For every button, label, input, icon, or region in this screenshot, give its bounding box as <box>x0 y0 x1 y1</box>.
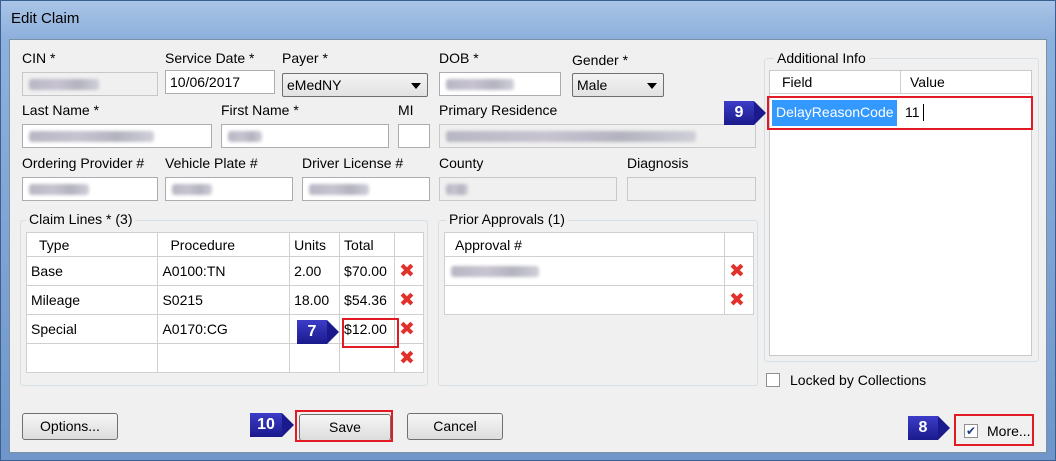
highlight-more-checkbox <box>954 414 1034 446</box>
vehicle-plate-label: Vehicle Plate # <box>165 155 258 171</box>
county-field[interactable] <box>439 177 617 201</box>
service-date-value: 10/06/2017 <box>170 74 241 90</box>
service-date-label: Service Date * <box>165 50 255 66</box>
cell-procedure[interactable]: S0215 <box>157 285 291 315</box>
claim-lines-title: Claim Lines * (3) <box>26 211 136 227</box>
ordering-provider-field[interactable] <box>22 177 158 201</box>
claim-lines-table: Type Procedure Units Total Base A0100:TN… <box>25 232 424 373</box>
highlight-total-box <box>342 318 399 348</box>
table-row[interactable]: ✖ <box>443 256 754 286</box>
primary-residence-field[interactable] <box>439 124 756 148</box>
cell-procedure[interactable]: A0100:TN <box>157 256 291 286</box>
cin-field[interactable] <box>22 72 158 96</box>
table-row[interactable]: Mileage S0215 18.00 $54.36 ✖ <box>25 285 424 315</box>
diagnosis-label: Diagnosis <box>627 155 689 171</box>
locked-by-collections-checkbox[interactable] <box>766 373 780 387</box>
gender-label: Gender * <box>572 52 629 68</box>
gender-value: Male <box>577 77 608 93</box>
first-name-field[interactable] <box>221 124 389 148</box>
cell-total[interactable]: $70.00 <box>339 256 395 286</box>
cell-total[interactable]: $54.36 <box>339 285 395 315</box>
chevron-down-icon <box>411 83 421 89</box>
col-units[interactable]: Units <box>289 232 341 257</box>
cell-procedure[interactable]: A0170:CG <box>157 314 291 344</box>
dob-field[interactable] <box>439 72 561 96</box>
mi-field[interactable] <box>398 124 430 148</box>
cancel-button[interactable]: Cancel <box>407 413 503 440</box>
prior-approvals-table: Approval # ✖ ✖ <box>443 232 754 315</box>
arrow-right-icon <box>938 416 950 440</box>
arrow-right-icon <box>754 101 766 125</box>
dialog-client-area: CIN * Service Date * 10/06/2017 Payer * … <box>9 39 1047 453</box>
options-button[interactable]: Options... <box>22 413 118 440</box>
chevron-down-icon <box>647 83 657 89</box>
cell-approval[interactable] <box>443 256 726 286</box>
diagnosis-field[interactable] <box>627 177 756 201</box>
service-date-field[interactable]: 10/06/2017 <box>165 70 275 94</box>
table-row-new[interactable]: ✖ <box>443 285 754 315</box>
cell-type[interactable]: Special <box>25 314 159 344</box>
cell-units[interactable]: 2.00 <box>289 256 341 286</box>
delete-row-icon[interactable]: ✖ <box>724 285 754 315</box>
payer-dropdown[interactable]: eMedNY <box>282 73 428 97</box>
driver-license-label: Driver License # <box>302 155 404 171</box>
table-row[interactable]: Base A0100:TN 2.00 $70.00 ✖ <box>25 256 424 286</box>
dob-label: DOB * <box>439 50 479 66</box>
delete-row-icon[interactable]: ✖ <box>394 256 424 286</box>
arrow-right-icon <box>282 413 294 437</box>
cell-units[interactable]: 18.00 <box>289 285 341 315</box>
col-field[interactable]: Field <box>782 74 812 90</box>
highlight-save-button <box>295 410 393 442</box>
col-approval[interactable]: Approval # <box>443 232 726 257</box>
prior-approvals-title: Prior Approvals (1) <box>446 211 568 227</box>
primary-residence-label: Primary Residence <box>439 102 558 118</box>
payer-value: eMedNY <box>287 77 342 93</box>
claim-lines-header: Type Procedure Units Total <box>25 232 424 257</box>
edit-claim-window: Edit Claim CIN * Service Date * 10/06/20… <box>0 0 1056 461</box>
cell-type[interactable]: Mileage <box>25 285 159 315</box>
col-total[interactable]: Total <box>339 232 395 257</box>
highlight-additional-info-row <box>767 96 1033 130</box>
delete-row-icon[interactable]: ✖ <box>394 285 424 315</box>
ordering-provider-label: Ordering Provider # <box>22 155 145 171</box>
payer-label: Payer * <box>282 50 328 66</box>
cell-type[interactable]: Base <box>25 256 159 286</box>
county-label: County <box>439 155 484 171</box>
window-title: Edit Claim <box>11 10 80 27</box>
cin-label: CIN * <box>22 50 56 66</box>
col-delete <box>394 232 424 257</box>
additional-info-header: Field Value <box>770 71 1031 94</box>
col-procedure[interactable]: Procedure <box>157 232 291 257</box>
driver-license-field[interactable] <box>302 177 430 201</box>
additional-info-title: Additional Info <box>774 50 869 66</box>
col-type[interactable]: Type <box>25 232 159 257</box>
gender-dropdown[interactable]: Male <box>572 73 664 97</box>
last-name-field[interactable] <box>22 124 212 148</box>
mi-label: MI <box>398 102 414 118</box>
prior-approvals-header: Approval # <box>443 232 754 257</box>
last-name-label: Last Name * <box>22 102 100 118</box>
locked-by-collections-label: Locked by Collections <box>790 372 927 388</box>
col-value[interactable]: Value <box>910 74 945 90</box>
arrow-right-icon <box>327 320 339 344</box>
delete-row-icon[interactable]: ✖ <box>724 256 754 286</box>
first-name-label: First Name * <box>221 102 299 118</box>
vehicle-plate-field[interactable] <box>165 177 293 201</box>
